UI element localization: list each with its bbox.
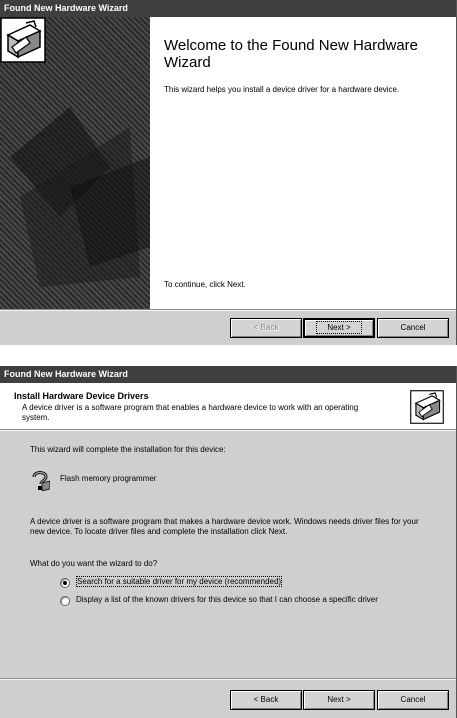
welcome-description: This wizard helps you install a device d… [164, 85, 400, 94]
driver-description: A device driver is a software program th… [30, 517, 419, 536]
question-label: What do you want the wizard to do? [30, 559, 158, 568]
wizard-body: This wizard will complete the installati… [0, 431, 456, 678]
display-list-option[interactable]: Display a list of the known drivers for … [60, 595, 396, 606]
cancel-button-label: Cancel [400, 323, 426, 332]
wizard-header: Install Hardware Device Drivers A device… [0, 383, 456, 429]
wizard-watermark-panel [0, 17, 150, 309]
cancel-button[interactable]: Cancel [377, 690, 449, 710]
window-title: Found New Hardware Wizard [0, 0, 456, 17]
page-title: Welcome to the Found New Hardware Wizard [164, 37, 419, 71]
display-list-radio[interactable] [60, 596, 70, 606]
welcome-dialog: Found New Hardware Wizard Welcome to the… [0, 0, 457, 345]
display-list-label: Display a list of the known drivers for … [76, 595, 378, 604]
button-divider [0, 309, 456, 311]
next-button[interactable]: Next > [303, 318, 375, 338]
install-drivers-dialog: Found New Hardware Wizard Install Hardwa… [0, 366, 457, 718]
button-divider [0, 678, 456, 680]
next-button-label: Next > [327, 695, 351, 704]
cancel-button[interactable]: Cancel [377, 318, 449, 338]
window-title: Found New Hardware Wizard [0, 366, 456, 383]
search-driver-option[interactable]: Search for a suitable driver for my devi… [60, 576, 396, 588]
welcome-content: Welcome to the Found New Hardware Wizard… [150, 17, 456, 309]
complete-text: This wizard will complete the installati… [30, 445, 226, 454]
cancel-button-label: Cancel [400, 695, 426, 704]
back-button[interactable]: < Back [230, 690, 302, 710]
back-button[interactable]: < Back [230, 318, 302, 338]
header-title: Install Hardware Device Drivers [14, 391, 149, 401]
back-button-label: < Back [253, 695, 279, 704]
unknown-device-icon [32, 471, 50, 491]
header-subtitle: A device driver is a software program th… [22, 403, 359, 422]
device-name: Flash memory programmer [60, 474, 157, 483]
back-button-label: < Back [253, 323, 279, 332]
next-button-label: Next > [316, 321, 362, 334]
hardware-wizard-icon [0, 17, 46, 63]
hardware-wizard-icon [410, 390, 444, 424]
continue-instruction: To continue, click Next. [164, 280, 246, 289]
search-driver-radio[interactable] [60, 578, 70, 588]
search-driver-label: Search for a suitable driver for my devi… [76, 576, 283, 587]
next-button[interactable]: Next > [303, 690, 375, 710]
